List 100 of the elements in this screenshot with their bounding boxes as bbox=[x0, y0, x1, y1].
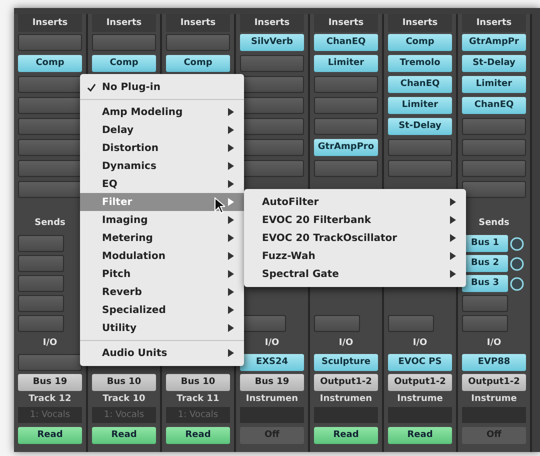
empty-slot[interactable] bbox=[18, 76, 82, 93]
menu-item[interactable]: Imaging bbox=[80, 211, 244, 229]
section-label: Inserts bbox=[166, 14, 230, 32]
submenu-arrow-icon bbox=[228, 126, 234, 134]
submenu-arrow-icon bbox=[450, 270, 456, 278]
menu-item[interactable]: Reverb bbox=[80, 283, 244, 301]
submenu-arrow-icon bbox=[228, 162, 234, 170]
input-slot[interactable]: Sculpture bbox=[314, 354, 378, 371]
section-label: Inserts bbox=[462, 14, 526, 32]
menu-item[interactable]: Delay bbox=[80, 121, 244, 139]
section-label: I/O bbox=[486, 337, 502, 350]
group-label: 1: Vocals bbox=[92, 407, 156, 423]
input-slot[interactable]: EVP88 bbox=[462, 354, 526, 371]
submenu-arrow-icon bbox=[450, 234, 456, 242]
submenu-arrow-icon bbox=[228, 324, 234, 332]
section-label: Sends bbox=[34, 217, 66, 230]
menu-item[interactable]: Pitch bbox=[80, 265, 244, 283]
track-name: Instrume bbox=[470, 393, 518, 406]
insert-slot[interactable]: Limiter bbox=[462, 76, 526, 93]
submenu-arrow-icon bbox=[450, 216, 456, 224]
insert-slot[interactable]: Tremolo bbox=[388, 55, 452, 72]
checkmark-icon bbox=[86, 82, 96, 92]
insert-slot[interactable]: GtrAmpPr bbox=[462, 34, 526, 51]
submenu-arrow-icon bbox=[228, 252, 234, 260]
output-slot[interactable]: Bus 19 bbox=[240, 374, 304, 391]
insert-slot[interactable]: Comp bbox=[388, 34, 452, 51]
empty-slot[interactable] bbox=[18, 160, 82, 177]
insert-slot[interactable]: SilvVerb bbox=[240, 34, 304, 51]
submenu-arrow-icon bbox=[228, 270, 234, 278]
menu-item[interactable]: Modulation bbox=[80, 247, 244, 265]
section-label: I/O bbox=[412, 337, 428, 350]
submenu-arrow-icon bbox=[228, 216, 234, 224]
track-name: Track 11 bbox=[176, 393, 220, 406]
group-label: 1: Vocals bbox=[18, 407, 82, 423]
insert-slot[interactable]: ChanEQ bbox=[388, 76, 452, 93]
section-label: Inserts bbox=[92, 14, 156, 32]
submenu-arrow-icon bbox=[228, 180, 234, 188]
insert-slot[interactable]: St-Delay bbox=[388, 118, 452, 135]
section-label: Inserts bbox=[240, 14, 304, 32]
submenu-arrow-icon bbox=[228, 288, 234, 296]
automation-button[interactable]: Read bbox=[388, 427, 452, 444]
insert-slot[interactable]: Comp bbox=[92, 55, 156, 72]
automation-button[interactable]: Read bbox=[166, 427, 230, 444]
section-label: Sends bbox=[478, 217, 510, 230]
input-slot[interactable]: EXS24 bbox=[240, 354, 304, 371]
submenu-arrow-icon bbox=[228, 234, 234, 242]
section-label: I/O bbox=[42, 337, 58, 350]
menu-item[interactable]: Dynamics bbox=[80, 157, 244, 175]
section-label: Inserts bbox=[388, 14, 452, 32]
track-name: Track 10 bbox=[102, 393, 146, 406]
empty-slot[interactable] bbox=[18, 181, 82, 198]
submenu-arrow-icon bbox=[228, 198, 234, 206]
send-knob[interactable] bbox=[510, 276, 524, 290]
insert-slot[interactable]: ChanEQ bbox=[314, 34, 378, 51]
mouse-pointer-icon bbox=[214, 197, 225, 214]
output-slot[interactable]: Bus 19 bbox=[18, 374, 82, 391]
send-knob[interactable] bbox=[510, 256, 524, 270]
menu-item[interactable]: Utility bbox=[80, 319, 244, 337]
insert-slot[interactable]: Comp bbox=[166, 55, 230, 72]
insert-slot[interactable]: Limiter bbox=[314, 55, 378, 72]
output-slot[interactable]: Output1-2 bbox=[462, 374, 526, 391]
automation-button[interactable]: Read bbox=[314, 427, 378, 444]
group-label: 1: Vocals bbox=[166, 407, 230, 423]
empty-slot[interactable] bbox=[18, 97, 82, 114]
send-slot[interactable]: Bus 3 bbox=[462, 275, 508, 292]
submenu-arrow-icon bbox=[228, 144, 234, 152]
output-slot[interactable]: Bus 10 bbox=[92, 374, 156, 391]
section-label: Inserts bbox=[314, 14, 378, 32]
automation-button[interactable]: Read bbox=[92, 427, 156, 444]
menu-item[interactable]: AutoFilter bbox=[244, 193, 466, 211]
submenu-arrow-icon bbox=[228, 349, 234, 357]
insert-slot[interactable]: ChanEQ bbox=[462, 97, 526, 114]
send-knob[interactable] bbox=[510, 236, 524, 250]
track-name: Instrume bbox=[396, 393, 444, 406]
empty-slot[interactable] bbox=[18, 354, 82, 371]
automation-button[interactable]: Read bbox=[18, 427, 82, 444]
empty-slot[interactable] bbox=[18, 139, 82, 156]
output-slot[interactable]: Output1-2 bbox=[314, 374, 378, 391]
submenu-arrow-icon bbox=[228, 108, 234, 116]
output-slot[interactable]: Output1-2 bbox=[388, 374, 452, 391]
menu-item[interactable]: Distortion bbox=[80, 139, 244, 157]
menu-item[interactable]: Specialized bbox=[80, 301, 244, 319]
menu-item[interactable]: Metering bbox=[80, 229, 244, 247]
menu-item[interactable]: No Plug-in bbox=[80, 78, 244, 96]
submenu-arrow-icon bbox=[450, 252, 456, 260]
section-label: I/O bbox=[264, 337, 280, 350]
empty-slot[interactable] bbox=[462, 181, 526, 198]
insert-slot[interactable]: Limiter bbox=[388, 97, 452, 114]
insert-slot[interactable]: Comp bbox=[18, 55, 82, 72]
track-name: Instrumen bbox=[318, 393, 374, 406]
empty-slot[interactable] bbox=[18, 118, 82, 135]
input-slot[interactable]: EVOC PS bbox=[388, 354, 452, 371]
menu-item[interactable]: Amp Modeling bbox=[80, 103, 244, 121]
submenu-arrow-icon bbox=[450, 198, 456, 206]
output-slot[interactable]: Bus 10 bbox=[166, 374, 230, 391]
menu-item[interactable]: EVOC 20 Filterbank bbox=[244, 211, 466, 229]
submenu-arrow-icon bbox=[228, 306, 234, 314]
menu-item[interactable]: EQ bbox=[80, 175, 244, 193]
insert-slot[interactable]: St-Delay bbox=[462, 55, 526, 72]
insert-slot[interactable]: GtrAmpPro bbox=[314, 139, 378, 156]
